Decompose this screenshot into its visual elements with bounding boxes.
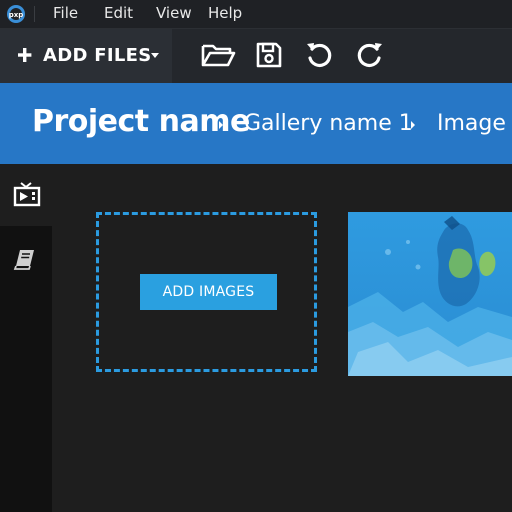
add-files-label: ADD FILES xyxy=(43,45,152,66)
menu-file[interactable]: File xyxy=(53,4,78,22)
media-icon[interactable] xyxy=(13,182,41,208)
menu-view[interactable]: View xyxy=(156,4,192,22)
chevron-down-icon[interactable] xyxy=(151,53,159,58)
undo-button[interactable] xyxy=(300,37,338,73)
chevron-right-icon xyxy=(219,121,223,129)
menu-edit[interactable]: Edit xyxy=(104,4,133,22)
add-files-button[interactable]: ADD FILES xyxy=(0,29,172,83)
breadcrumb: Project name Gallery name 1 Image 1 xyxy=(0,83,512,164)
chevron-right-icon xyxy=(411,121,415,129)
menu-help[interactable]: Help xyxy=(208,4,242,22)
undo-icon xyxy=(307,43,332,68)
save-icon xyxy=(256,42,282,68)
folder-open-icon xyxy=(201,44,236,67)
sidebar-top xyxy=(0,164,52,224)
breadcrumb-project[interactable]: Project name xyxy=(32,104,250,139)
toolbar: ADD FILES xyxy=(0,29,512,83)
svg-text:pxp: pxp xyxy=(9,11,24,19)
redo-icon xyxy=(357,43,382,68)
breadcrumb-image[interactable]: Image 1 xyxy=(437,111,512,136)
open-button[interactable] xyxy=(199,37,237,73)
redo-button[interactable] xyxy=(351,37,389,73)
breadcrumb-gallery[interactable]: Gallery name 1 xyxy=(244,111,413,136)
save-button[interactable] xyxy=(250,37,288,73)
add-images-button[interactable]: ADD IMAGES xyxy=(140,274,277,310)
book-icon[interactable] xyxy=(13,248,37,272)
menu-bar: pxp File Edit View Help xyxy=(0,0,512,29)
app-logo-icon: pxp xyxy=(7,5,25,23)
thumbnail-image xyxy=(348,212,512,376)
plus-icon xyxy=(18,48,32,62)
image-thumbnail[interactable] xyxy=(348,212,512,376)
menu-separator xyxy=(34,6,35,22)
sidebar xyxy=(0,226,52,512)
